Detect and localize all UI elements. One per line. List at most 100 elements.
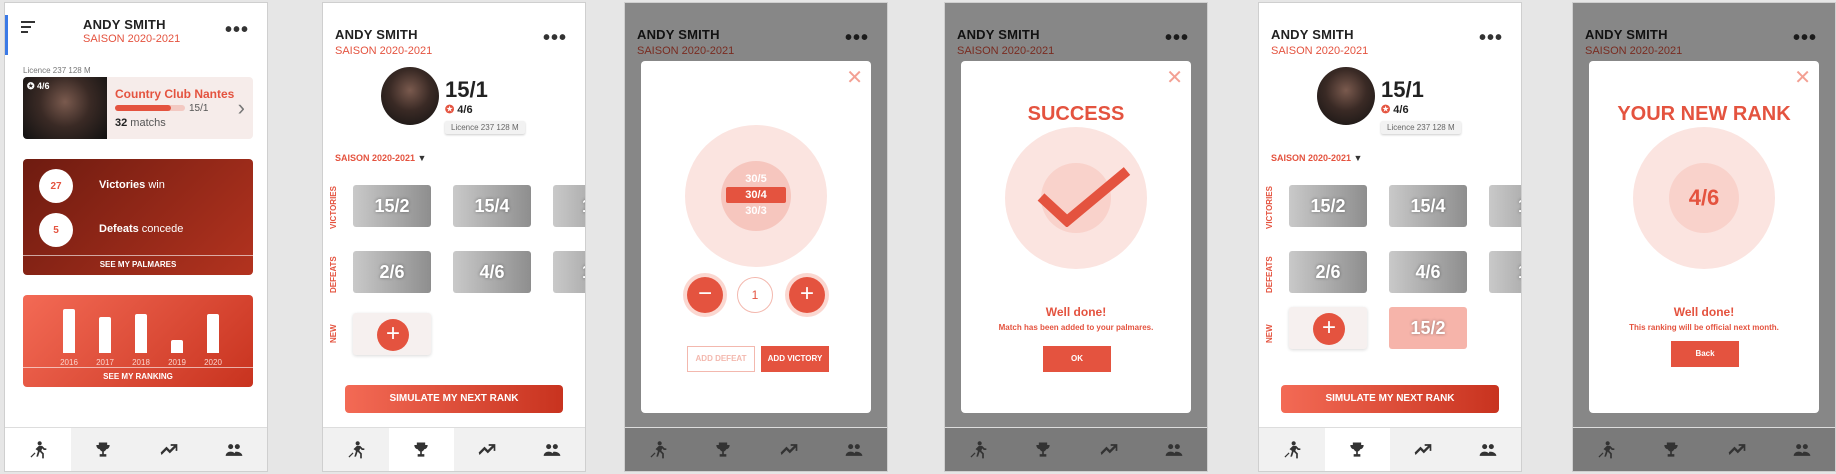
nav-trophy-icon[interactable] [1011,428,1077,471]
simulate-button[interactable]: SIMULATE MY NEXT RANK [1281,385,1499,413]
see-ranking-link[interactable]: SEE MY RANKING [23,367,253,381]
nav-trophy-icon[interactable] [1324,428,1390,471]
nav-trophy-icon[interactable] [1639,428,1705,471]
ok-button[interactable]: OK [1043,346,1111,372]
defeat-tile[interactable]: 4/6 [453,251,531,293]
nav-player-icon[interactable] [625,428,691,471]
add-match-button[interactable]: + [353,313,431,355]
new-rank-message: This ranking will be official next month… [1629,323,1779,332]
nav-chart-icon[interactable] [1076,428,1142,471]
new-rank-screen: ANDY SMITH SAISON 2020-2021 ••• ✕ YOUR N… [1572,2,1836,472]
ranking-year-label: 2019 [168,358,186,367]
rank-picker[interactable]: 30/5 30/4 30/3 [726,171,786,219]
nav-people-icon[interactable] [822,428,888,471]
nav-people-icon[interactable] [520,428,586,471]
ranking-bar [99,316,111,353]
ranking-bar [207,314,219,353]
plus-button[interactable]: + [789,277,825,313]
nav-chart-icon[interactable] [136,428,202,471]
rank-option[interactable]: 30/5 [726,171,786,187]
more-icon[interactable]: ••• [1479,28,1503,48]
nav-trophy-icon[interactable] [71,428,137,471]
close-icon[interactable]: ✕ [1166,65,1183,90]
current-rank: 15/1 [445,77,488,102]
nav-people-icon[interactable] [1142,428,1208,471]
add-match-button[interactable]: + [1289,307,1367,349]
defeat-tile[interactable]: 15 [1489,251,1521,293]
season-select[interactable]: SAISON 2020-2021 [1271,153,1362,163]
nav-people-icon[interactable] [1456,428,1522,471]
add-victory-button[interactable]: ADD VICTORY [761,346,829,372]
bottom-nav [323,427,585,471]
nav-player-icon[interactable] [945,428,1011,471]
close-icon[interactable]: ✕ [846,65,863,90]
licence-chip: Licence 237 128 M [1381,121,1461,134]
user-name: ANDY SMITH [1271,27,1354,42]
nav-people-icon[interactable] [1770,428,1836,471]
add-match-screen: ANDY SMITH SAISON 2020-2021 ••• ✕ 30/5 3… [624,2,888,472]
defeat-tile[interactable]: 15 [553,251,585,293]
close-icon[interactable]: ✕ [1794,65,1811,90]
back-button[interactable]: Back [1671,341,1739,367]
current-rank: 15/1 [1381,77,1424,102]
nav-player-icon[interactable] [5,428,71,471]
see-palmares-link[interactable]: SEE MY PALMARES [23,255,253,269]
victory-tile[interactable]: 15/2 [1289,185,1367,227]
mini-rank: 4/6 [1381,103,1408,116]
match-count: 1 [737,277,773,313]
victory-tile[interactable]: 15/2 [353,185,431,227]
victory-tile[interactable]: 15/4 [1389,185,1467,227]
nav-player-icon[interactable] [323,428,389,471]
defeat-tile[interactable]: 4/6 [1389,251,1467,293]
nav-people-icon[interactable] [202,428,268,471]
nav-player-icon[interactable] [1259,428,1325,471]
new-match-tile[interactable]: 15/2 [1389,307,1467,349]
club-card[interactable]: ✪ 4/6 Country Club Nantes 15/1 32 matchs… [23,77,253,139]
chevron-right-icon[interactable]: › [238,95,245,121]
victories-label: Victories win [99,179,165,191]
more-icon[interactable]: ••• [543,28,567,48]
avatar [381,67,439,125]
home-screen: ANDY SMITH SAISON 2020-2021 ••• Licence … [4,2,268,472]
season-label: SAISON 2020-2021 [83,33,181,45]
rank-chip: ✪ 4/6 [27,81,50,91]
victories-section-label: VICTORIES [1265,186,1274,229]
nav-chart-icon[interactable] [1390,428,1456,471]
defeats-section-label: DEFEATS [329,256,338,293]
defeats-section-label: DEFEATS [1265,256,1274,293]
simulate-button[interactable]: SIMULATE MY NEXT RANK [345,385,563,413]
palmares-screen: ANDY SMITH SAISON 2020-2021 ••• 15/1 4/6… [322,2,586,472]
nav-trophy-icon[interactable] [691,428,757,471]
palmares-updated-screen: ANDY SMITH SAISON 2020-2021 ••• 15/1 4/6… [1258,2,1522,472]
ranking-year-label: 2017 [96,358,114,367]
victory-tile[interactable]: 15 [553,185,585,227]
user-name: ANDY SMITH [83,17,166,32]
nav-chart-icon[interactable] [454,428,520,471]
victories-count: 27 [39,169,73,203]
success-screen: ANDY SMITH SAISON 2020-2021 ••• ✕ SUCCES… [944,2,1208,472]
mini-rank: 4/6 [445,103,472,116]
menu-icon[interactable] [21,21,35,36]
defeat-tile[interactable]: 2/6 [353,251,431,293]
season-select[interactable]: SAISON 2020-2021 [335,153,426,163]
defeat-tile[interactable]: 2/6 [1289,251,1367,293]
victory-tile[interactable]: 15/4 [453,185,531,227]
nav-chart-icon[interactable] [756,428,822,471]
rank-option-selected[interactable]: 30/4 [726,187,786,203]
minus-button[interactable]: − [687,277,723,313]
add-defeat-button[interactable]: ADD DEFEAT [687,346,755,372]
more-icon[interactable]: ••• [225,20,249,40]
ranking-year-label: 2018 [132,358,150,367]
nav-trophy-icon[interactable] [388,428,454,471]
well-done-text: Well done! [1673,305,1735,319]
nav-chart-icon[interactable] [1704,428,1770,471]
checkmark-icon [1037,167,1131,227]
victory-tile[interactable]: 15 [1489,185,1521,227]
plus-icon: + [1313,313,1345,345]
club-progress [115,105,185,111]
add-match-modal: ✕ 30/5 30/4 30/3 − 1 + ADD DEFEAT ADD VI… [641,61,871,413]
new-rank-modal: ✕ YOUR NEW RANK 4/6 Well done! This rank… [1589,61,1819,413]
rank-option[interactable]: 30/3 [726,203,786,219]
nav-player-icon[interactable] [1573,428,1639,471]
new-section-label: NEW [1265,324,1274,343]
